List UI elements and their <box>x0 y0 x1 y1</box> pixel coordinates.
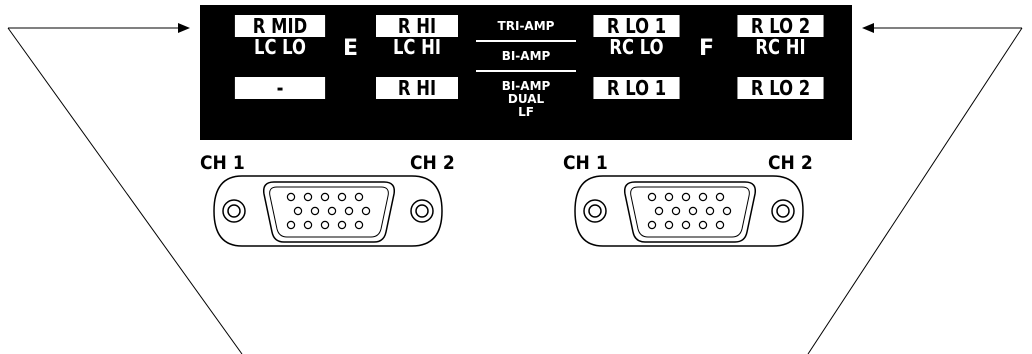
mode-tri-amp: TRI-AMP <box>497 19 555 33</box>
connector-e-pin-13 <box>320 220 330 230</box>
connector-f-pin-13 <box>681 220 691 230</box>
label-e-ch1-triamp: R MID <box>234 15 326 37</box>
left-arrow-icon <box>178 23 190 33</box>
connector-f-pin-14 <box>698 220 708 230</box>
connector-f-screw-1-inner-icon <box>588 204 602 218</box>
bank-e-label: E <box>343 36 359 61</box>
connector-e-pin-5 <box>354 192 364 202</box>
right-arrow-icon <box>862 23 874 33</box>
connector-e-pin-6 <box>293 206 303 216</box>
mode-bi-amp: BI-AMP <box>501 49 551 63</box>
connector-e-screw-2-inner-icon <box>415 204 429 218</box>
connector-e-pin-9 <box>344 206 354 216</box>
connector-f-pin-4 <box>698 192 708 202</box>
connector-f-screw-2-inner-icon <box>776 204 790 218</box>
label-f-ch2-dual: R LO 2 <box>737 77 824 99</box>
connector-panel-diagram: R MID LC LO - E R HI LC HI R HI TRI-AMP … <box>0 0 1032 354</box>
connector-e-pin-10 <box>361 206 371 216</box>
connector-f-pin-7 <box>671 206 681 216</box>
connector-f-pin-1 <box>647 192 657 202</box>
connector-f-pin-8 <box>688 206 698 216</box>
label-e-ch2-dual: R HI <box>376 77 458 99</box>
connector-e-screw-2-outer-icon <box>410 199 434 223</box>
connector-f-pin-5 <box>715 192 725 202</box>
label-e-ch1-biamp: LC LO <box>253 35 306 59</box>
connector-f-pin-3 <box>681 192 691 202</box>
connector-e-screw-1-outer-icon <box>222 199 246 223</box>
connector-f-pin-10 <box>722 206 732 216</box>
connector-e-screw-1-inner-icon <box>227 204 241 218</box>
connector-e <box>213 175 443 247</box>
connector-e-pin-4 <box>337 192 347 202</box>
label-f-ch1-biamp: RC LO <box>609 35 664 59</box>
connector-e-pin-1 <box>286 192 296 202</box>
connector-f-pin-11 <box>647 220 657 230</box>
connector-e-pin-3 <box>320 192 330 202</box>
label-f-ch2-triamp: R LO 2 <box>737 15 824 37</box>
connector-f-pin-9 <box>705 206 715 216</box>
connector-e-pin-14 <box>337 220 347 230</box>
mode-lf: LF <box>518 105 534 119</box>
label-f-ch2-biamp: RC HI <box>755 35 806 59</box>
mode-divider-1 <box>476 40 576 42</box>
connector-f <box>574 175 804 247</box>
connector-f-pin-15 <box>715 220 725 230</box>
connector-f-pin-12 <box>664 220 674 230</box>
connector-e-pin-15 <box>354 220 364 230</box>
mode-divider-2 <box>476 70 576 72</box>
connector-f-screw-1-outer-icon <box>583 199 607 223</box>
connector-e-pin-11 <box>286 220 296 230</box>
connector-f-pin-2 <box>664 192 674 202</box>
label-e-ch2-biamp: LC HI <box>392 35 442 59</box>
connector-e-pin-7 <box>310 206 320 216</box>
label-panel: R MID LC LO - E R HI LC HI R HI TRI-AMP … <box>200 5 852 140</box>
connector-e-pin-8 <box>327 206 337 216</box>
bank-f-label: F <box>699 36 715 61</box>
label-f-ch1-triamp: R LO 1 <box>593 15 680 37</box>
connector-e-pin-2 <box>303 192 313 202</box>
connector-e-pin-12 <box>303 220 313 230</box>
label-e-ch1-dual: - <box>234 77 326 99</box>
label-e-ch2-triamp: R HI <box>376 15 458 37</box>
label-f-ch1-dual: R LO 1 <box>593 77 680 99</box>
connector-f-screw-2-outer-icon <box>771 199 795 223</box>
connector-f-pin-6 <box>654 206 664 216</box>
